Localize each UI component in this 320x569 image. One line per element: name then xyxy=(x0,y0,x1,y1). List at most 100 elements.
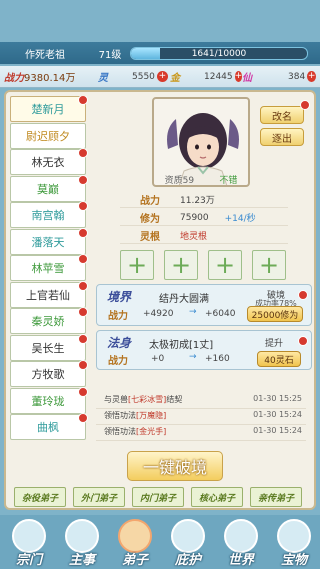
disciple-list-item[interactable]: 曲枫 xyxy=(10,414,86,440)
nav-item[interactable]: 宗门 xyxy=(4,519,54,568)
alert-dot xyxy=(78,333,88,344)
fire-resource[interactable]: 仙 384 + xyxy=(242,69,316,84)
stat-power-label: 战力 xyxy=(140,196,160,207)
fire-value: 384 xyxy=(288,71,306,82)
log-highlight: [万魔隐] xyxy=(136,411,167,420)
alert-dot xyxy=(78,307,88,317)
log-time: 01-30 15:25 xyxy=(253,394,302,403)
disciple-name: 方牧歌 xyxy=(31,368,65,381)
gold-icon: 金 xyxy=(170,73,180,84)
resource-bar: 战力 9380.14万 灵 5550 + 金 12445 + 仙 384 + xyxy=(0,66,320,88)
disciple-list-item[interactable]: 董玲珑 xyxy=(10,387,86,414)
equip-slot-4[interactable]: + xyxy=(252,250,286,280)
dharma-name: 太极初成[1丈] xyxy=(149,340,214,351)
disciple-list-item[interactable]: 吴长生 xyxy=(10,334,86,361)
disciple-list-item[interactable]: 林苹雪 xyxy=(10,255,86,281)
alert-dot xyxy=(78,280,88,291)
rank-tab[interactable]: 核心弟子 xyxy=(191,487,243,507)
rank-tab[interactable]: 内门弟子 xyxy=(132,487,184,507)
one-click-breakthrough-button[interactable]: 一键破境 xyxy=(127,451,223,481)
disciple-list-item[interactable]: 南宫翰 xyxy=(10,202,86,228)
disciple-list-item[interactable]: 莫巅 xyxy=(10,175,86,202)
disciple-name: 林苹雪 xyxy=(31,262,65,275)
disciple-name: 上官若仙 xyxy=(26,288,70,302)
nav-label: 主事 xyxy=(68,553,95,568)
realm-power-from: +4920 xyxy=(143,309,174,319)
log-entry: 领悟功法[万魔隐] 01-30 15:24 xyxy=(96,410,306,425)
equip-slot-2[interactable]: + xyxy=(164,250,198,280)
equip-slot-3[interactable]: + xyxy=(208,250,242,280)
realm-power-to: +6040 xyxy=(205,309,236,319)
dharma-upgrade-label: 提升 xyxy=(265,339,284,349)
realm-name: 结丹大圆满 xyxy=(159,294,209,305)
alert-dot xyxy=(78,201,88,211)
stat-cultivation-label: 修为 xyxy=(140,214,160,225)
nav-item[interactable]: 世界 xyxy=(216,519,266,568)
fire-add-icon[interactable]: + xyxy=(307,71,316,82)
player-name[interactable]: 作死老祖 xyxy=(0,46,90,61)
realm-break-button[interactable]: 25000修为 xyxy=(247,306,303,322)
gold-value: 12445 xyxy=(204,71,233,82)
rank-tab[interactable]: 外门弟子 xyxy=(73,487,125,507)
nav-emblem-icon xyxy=(277,519,311,553)
disciple-list-item[interactable]: 林无衣 xyxy=(10,149,86,175)
disciple-list-item[interactable]: 尉迟顾夕 xyxy=(10,122,86,149)
expel-button[interactable]: 逐出 xyxy=(260,128,304,146)
stat-power: 战力 11.23万 xyxy=(120,192,288,208)
quality-label: 资质59 xyxy=(164,176,195,186)
bottom-nav: 宗门 主事 弟子 庇护 世界 宝物 xyxy=(0,515,320,569)
alert-dot xyxy=(78,96,88,105)
quality-grade: 不错 xyxy=(219,176,238,186)
disciple-list-item[interactable]: 方牧歌 xyxy=(10,361,86,387)
gem-icon: 灵 xyxy=(98,73,108,84)
disciple-list-item[interactable]: 潘落天 xyxy=(10,228,86,255)
nav-item[interactable]: 宝物 xyxy=(269,519,319,568)
power-value: 9380.14万 xyxy=(24,73,76,84)
nav-label: 宗门 xyxy=(15,553,42,568)
gem-resource[interactable]: 灵 5550 + xyxy=(98,69,170,84)
nav-item[interactable]: 主事 xyxy=(57,519,107,568)
disciple-list-item[interactable]: 秦灵娇 xyxy=(10,308,86,334)
fire-icon: 仙 xyxy=(242,73,252,84)
stat-root-label: 灵根 xyxy=(140,232,160,243)
gem-add-icon[interactable]: + xyxy=(156,71,168,82)
stat-cultivation-value: 75900 xyxy=(180,212,209,223)
quality-row: 资质59 不错 xyxy=(152,173,250,187)
log-entry: 与灵兽[七彩冰雪]结契 01-30 15:25 xyxy=(96,394,306,409)
nav-item[interactable]: 庇护 xyxy=(163,519,213,568)
log-entry: 领悟功法[金光手] 01-30 15:24 xyxy=(96,426,306,441)
stat-root-value: 地灵根 xyxy=(180,232,208,242)
disciple-list-item[interactable]: 楚新月 xyxy=(10,96,86,122)
power-label: 战力 xyxy=(4,73,24,84)
rank-tab[interactable]: 杂役弟子 xyxy=(14,487,66,507)
player-level: 71级 xyxy=(98,49,122,61)
rename-button[interactable]: 改名 xyxy=(260,106,304,124)
disciple-name: 莫巅 xyxy=(37,182,59,196)
gold-resource[interactable]: 金 12445 + xyxy=(170,69,243,84)
dharma-card: 法身 太极初成[1丈] 提升 战力 +0 → +160 40灵石 xyxy=(96,330,312,370)
alert-dot xyxy=(78,360,88,370)
log-text: 领悟功法[金光手] xyxy=(104,426,166,437)
disciple-list[interactable]: 楚新月 尉迟顾夕 林无衣莫巅南宫翰 潘落天林苹雪上官若仙秦灵娇吴长生方牧歌董玲珑曲枫 xyxy=(10,96,90,441)
equip-slot-1[interactable]: + xyxy=(120,250,154,280)
realm-card: 境界 结丹大圆满 破境 成功率78% 战力 +4920 → +6040 2500… xyxy=(96,284,312,326)
alert-dot xyxy=(78,148,88,158)
rename-alert-dot xyxy=(300,100,310,110)
nav-label: 弟子 xyxy=(121,553,148,568)
disciple-name: 董玲珑 xyxy=(31,394,65,408)
dharma-alert-dot xyxy=(298,336,308,346)
disciple-name: 秦灵娇 xyxy=(31,315,65,328)
rank-tab[interactable]: 亲传弟子 xyxy=(250,487,302,507)
alert-dot xyxy=(78,254,88,264)
dharma-upgrade-button[interactable]: 40灵石 xyxy=(257,351,301,367)
nav-item[interactable]: 弟子 xyxy=(110,519,160,568)
log-prefix: 领悟功法 xyxy=(104,411,136,420)
nav-emblem-icon xyxy=(171,519,205,553)
log-text: 与灵兽[七彩冰雪]结契 xyxy=(104,394,182,405)
nav-emblem-icon xyxy=(224,519,258,553)
log-highlight: [金光手] xyxy=(136,427,167,436)
realm-alert-dot xyxy=(298,290,308,300)
alert-dot xyxy=(78,174,88,185)
disciple-list-item[interactable]: 上官若仙 xyxy=(10,281,86,308)
dharma-title: 法身 xyxy=(107,336,132,350)
